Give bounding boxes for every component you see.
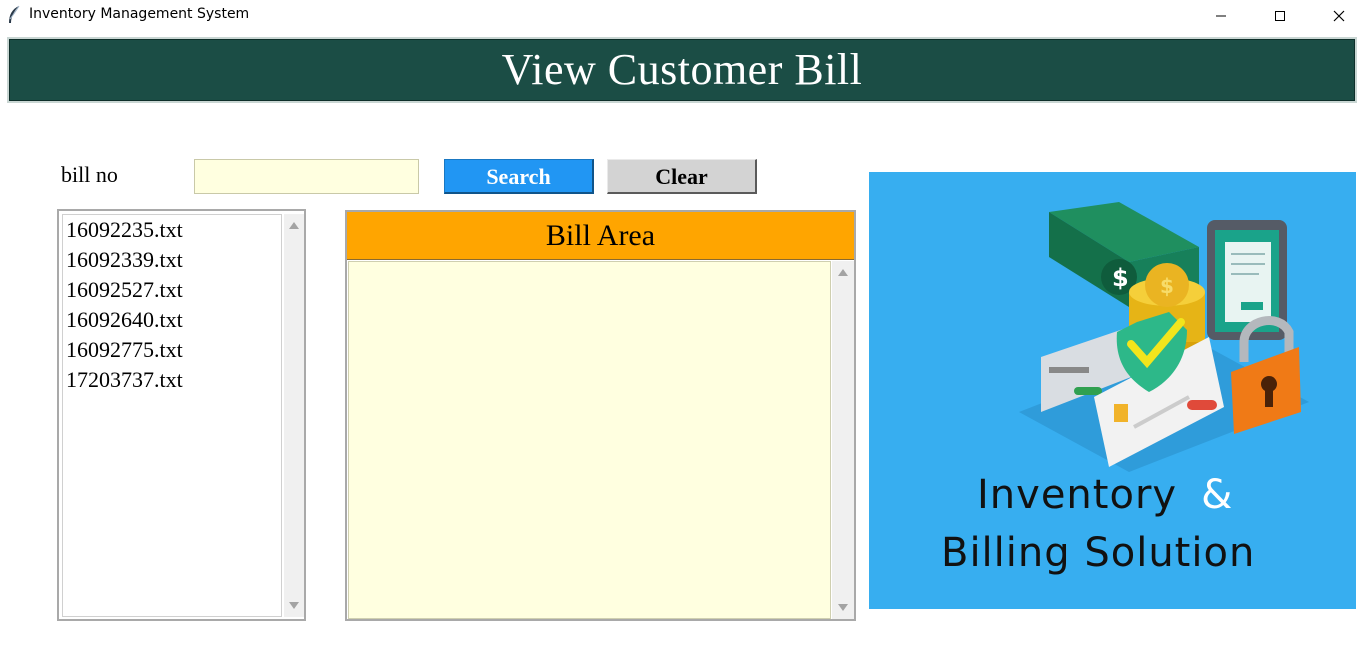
promo-image: $ $ Inventory & Billing Solution (869, 172, 1356, 609)
bill-listbox[interactable]: 16092235.txt 16092339.txt 16092527.txt 1… (62, 214, 282, 617)
clear-button[interactable]: Clear (607, 159, 757, 194)
svg-text:$: $ (1112, 264, 1129, 292)
page-title: View Customer Bill (501, 45, 863, 94)
close-icon (1333, 10, 1345, 21)
feather-icon (9, 5, 20, 23)
scroll-up-icon[interactable] (289, 222, 299, 229)
list-item[interactable]: 16092235.txt (63, 215, 281, 245)
window-title: Inventory Management System (29, 6, 250, 22)
minimize-icon (1216, 15, 1226, 16)
bill-list-panel: 16092235.txt 16092339.txt 16092527.txt 1… (57, 209, 306, 621)
list-item[interactable]: 16092527.txt (63, 275, 281, 305)
maximize-button[interactable] (1257, 0, 1303, 31)
bill-no-input[interactable] (194, 159, 419, 194)
billing-illustration: $ $ (1019, 202, 1309, 472)
list-item[interactable]: 16092775.txt (63, 335, 281, 365)
header-banner: View Customer Bill (7, 37, 1357, 103)
list-item[interactable]: 16092640.txt (63, 305, 281, 335)
list-item[interactable]: 16092339.txt (63, 245, 281, 275)
promo-title-line1: Inventory & (977, 472, 1233, 518)
maximize-icon (1275, 10, 1285, 21)
bill-list-scrollbar[interactable] (284, 214, 304, 617)
bill-no-label: bill no (61, 162, 118, 187)
close-button[interactable] (1316, 0, 1362, 31)
list-item[interactable]: 17203737.txt (63, 365, 281, 395)
minimize-button[interactable] (1198, 0, 1244, 31)
scroll-down-icon[interactable] (289, 602, 299, 609)
bill-area-scrollbar[interactable] (832, 261, 854, 619)
scroll-down-icon[interactable] (838, 604, 848, 611)
bill-text-area[interactable] (348, 261, 831, 619)
window-titlebar: Inventory Management System (0, 0, 1366, 31)
svg-text:$: $ (1160, 274, 1174, 298)
search-button[interactable]: Search (444, 159, 594, 194)
promo-title-line2: Billing Solution (941, 530, 1256, 576)
bill-area-title: Bill Area (347, 212, 854, 260)
promo-ampersand: & (1201, 472, 1234, 518)
scroll-up-icon[interactable] (838, 269, 848, 276)
bill-area-panel: Bill Area (345, 210, 856, 621)
promo-word-inventory: Inventory (977, 472, 1178, 518)
